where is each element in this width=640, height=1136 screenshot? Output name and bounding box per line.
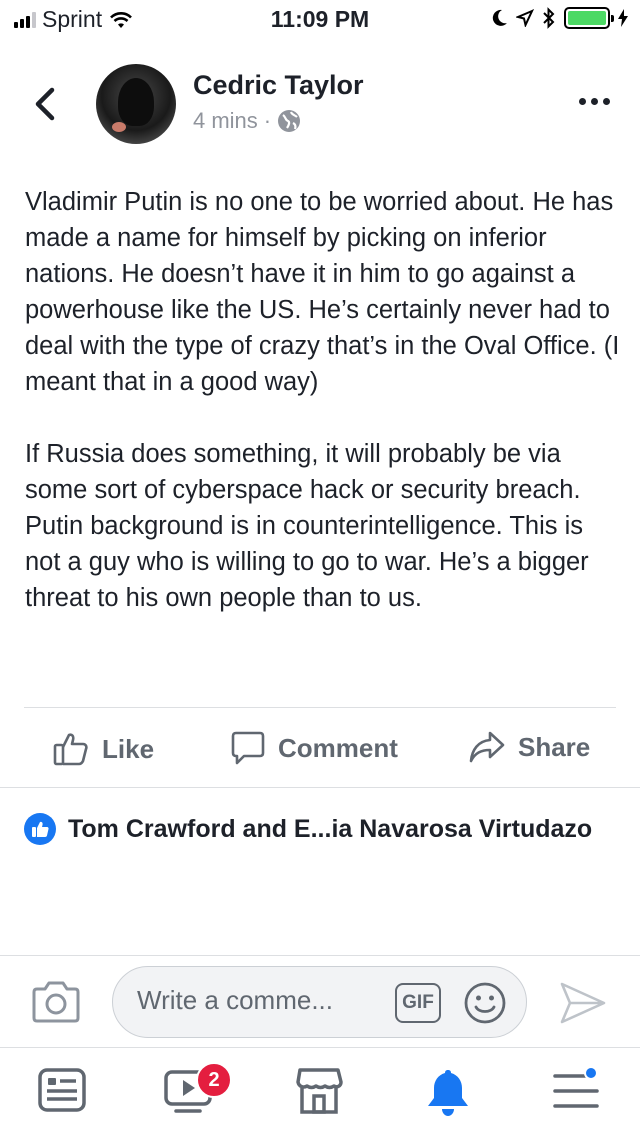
moon-icon (492, 9, 507, 26)
new-indicator-dot (584, 1066, 598, 1080)
reactions-summary[interactable]: Tom Crawford and E...ia Navarosa Virtuda… (24, 813, 592, 845)
globe-icon (278, 110, 301, 132)
divider (24, 707, 616, 708)
tab-marketplace[interactable] (293, 1066, 349, 1118)
post-actions: Like Comment Share (0, 716, 640, 782)
comment-button[interactable]: Comment (230, 730, 398, 766)
camera-icon[interactable] (30, 980, 82, 1024)
meta-separator: · (263, 108, 272, 133)
divider (0, 787, 640, 788)
bell-icon (428, 1070, 468, 1116)
share-button[interactable]: Share (468, 730, 590, 764)
comment-label: Comment (278, 732, 398, 763)
post-paragraph: Vladimir Putin is no one to be worried a… (25, 188, 620, 396)
charging-bolt-icon (618, 9, 628, 27)
bluetooth-icon (543, 7, 555, 29)
location-arrow-icon (516, 9, 534, 27)
post-timestamp[interactable]: 4 mins (193, 108, 258, 134)
emoji-icon[interactable] (463, 981, 507, 1025)
gif-button[interactable]: GIF (395, 983, 441, 1023)
like-button[interactable]: Like (52, 730, 154, 768)
post-body: Vladimir Putin is no one to be worried a… (25, 184, 625, 652)
comment-box[interactable]: Write a comme... GIF (112, 966, 527, 1038)
author-name[interactable]: Cedric Taylor (193, 70, 364, 101)
send-icon[interactable] (558, 980, 608, 1026)
like-reaction-icon (24, 813, 56, 845)
status-right (492, 7, 628, 29)
tab-notifications[interactable] (422, 1066, 478, 1118)
thumbs-up-icon (53, 733, 88, 766)
marketplace-icon (296, 1068, 343, 1114)
post-meta: 4 mins · (193, 108, 301, 134)
tab-news-feed[interactable] (36, 1066, 92, 1118)
share-arrow-icon (469, 731, 505, 763)
status-bar: Sprint 11:09 PM (0, 0, 640, 40)
post-paragraph: If Russia does something, it will probab… (25, 440, 589, 612)
notification-badge: 2 (196, 1062, 232, 1098)
avatar[interactable] (96, 64, 176, 144)
like-label: Like (102, 733, 155, 764)
battery-icon (564, 7, 614, 29)
divider (0, 955, 640, 956)
tab-bar: 2 (0, 1048, 640, 1136)
reactions-names: Tom Crawford and E...ia Navarosa Virtuda… (68, 814, 593, 843)
share-label: Share (518, 731, 591, 762)
tab-watch[interactable]: 2 (162, 1062, 232, 1118)
news-feed-icon (38, 1068, 86, 1112)
more-horizontal-icon[interactable] (579, 98, 610, 105)
comment-input[interactable]: Write a comme... (137, 985, 333, 1016)
comment-bubble-icon (231, 731, 265, 765)
tab-menu[interactable] (550, 1066, 606, 1118)
post-header: Cedric Taylor 4 mins · (0, 58, 640, 158)
chevron-left-icon[interactable] (28, 84, 64, 124)
